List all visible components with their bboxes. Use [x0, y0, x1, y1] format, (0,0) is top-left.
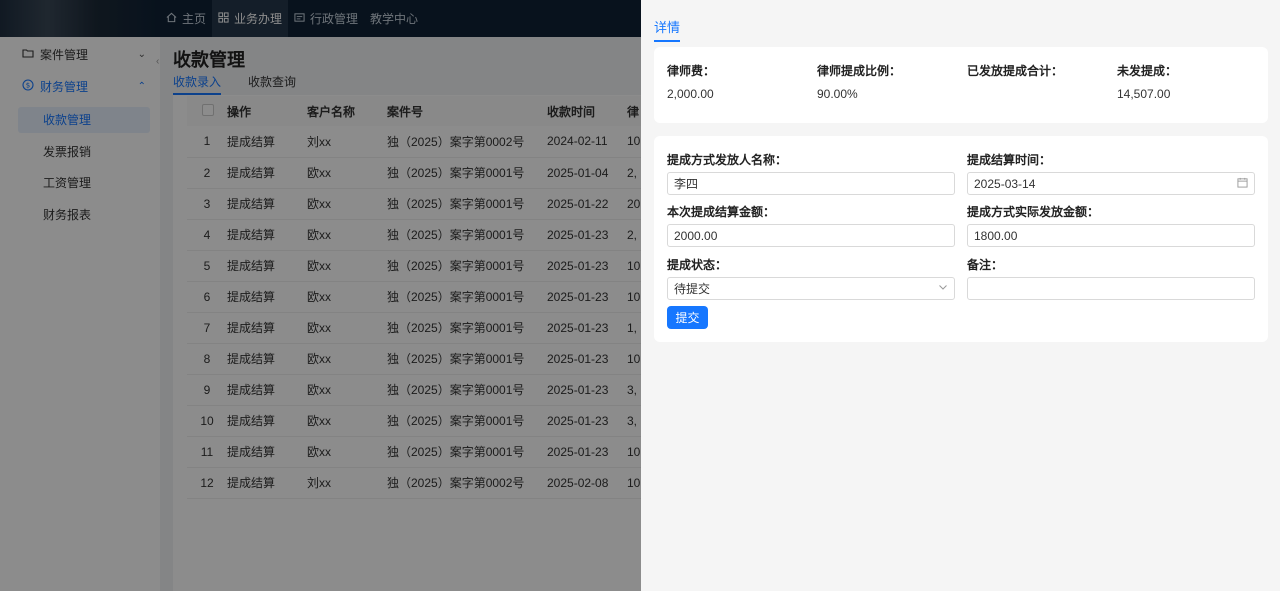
stat-commission-ratio-value: 90.00% — [817, 87, 858, 101]
stat-paid-total: 已发放提成合计： — [967, 62, 1063, 87]
actual-amount-label: 提成方式实际发放金额： — [967, 205, 1100, 219]
stat-lawyer-fee-value: 2,000.00 — [667, 87, 714, 101]
stat-paid-total-label: 已发放提成合计： — [967, 64, 1064, 78]
summary-card: 律师费： 2,000.00 律师提成比例： 90.00% 已发放提成合计： 未发… — [654, 47, 1268, 123]
settlement-form: 提成方式发放人名称： 李四 提成结算时间： 2025-03-14 本次提成结算金… — [654, 136, 1268, 342]
actual-amount-value: 1800.00 — [974, 228, 1018, 243]
remark-input[interactable] — [967, 277, 1255, 300]
detail-drawer: 详情 律师费： 2,000.00 律师提成比例： 90.00% 已发放提成合计：… — [641, 0, 1280, 591]
status-select[interactable]: 待提交 — [667, 277, 955, 300]
stat-commission-ratio-label: 律师提成比例： — [817, 64, 902, 78]
stat-unpaid-value: 14,507.00 — [1117, 87, 1171, 101]
chevron-down-icon — [938, 282, 948, 295]
field-status: 提成状态： 待提交 — [667, 256, 955, 300]
settle-time-value: 2025-03-14 — [974, 176, 1036, 191]
submit-button[interactable]: 提交 — [667, 306, 708, 329]
remark-label: 备注： — [967, 258, 1004, 272]
payer-label: 提成方式发放人名称： — [667, 153, 788, 167]
stat-unpaid-label: 未发提成： — [1117, 64, 1178, 78]
stat-lawyer-fee: 律师费： 2,000.00 — [667, 62, 715, 101]
stat-unpaid: 未发提成： 14,507.00 — [1117, 62, 1177, 101]
stat-commission-ratio: 律师提成比例： 90.00% — [817, 62, 901, 101]
settle-time-label: 提成结算时间： — [967, 153, 1052, 167]
field-payer: 提成方式发放人名称： 李四 — [667, 151, 955, 195]
stat-lawyer-fee-label: 律师费： — [667, 64, 716, 78]
settle-time-picker[interactable]: 2025-03-14 — [967, 172, 1255, 195]
payer-input[interactable]: 李四 — [667, 172, 955, 195]
amount-input[interactable]: 2000.00 — [667, 224, 955, 247]
tab-details[interactable]: 详情 — [654, 17, 681, 42]
field-actual-amount: 提成方式实际发放金额： 1800.00 — [967, 203, 1255, 247]
status-value: 待提交 — [674, 282, 711, 296]
calendar-icon[interactable] — [1237, 177, 1248, 191]
amount-label: 本次提成结算金额： — [667, 205, 776, 219]
field-settle-time: 提成结算时间： 2025-03-14 — [967, 151, 1255, 195]
actual-amount-input[interactable]: 1800.00 — [967, 224, 1255, 247]
payer-value: 李四 — [674, 177, 699, 191]
field-amount: 本次提成结算金额： 2000.00 — [667, 203, 955, 247]
amount-value: 2000.00 — [674, 228, 718, 243]
modal-mask[interactable] — [0, 0, 641, 591]
status-label: 提成状态： — [667, 258, 728, 272]
field-remark: 备注： — [967, 256, 1255, 300]
